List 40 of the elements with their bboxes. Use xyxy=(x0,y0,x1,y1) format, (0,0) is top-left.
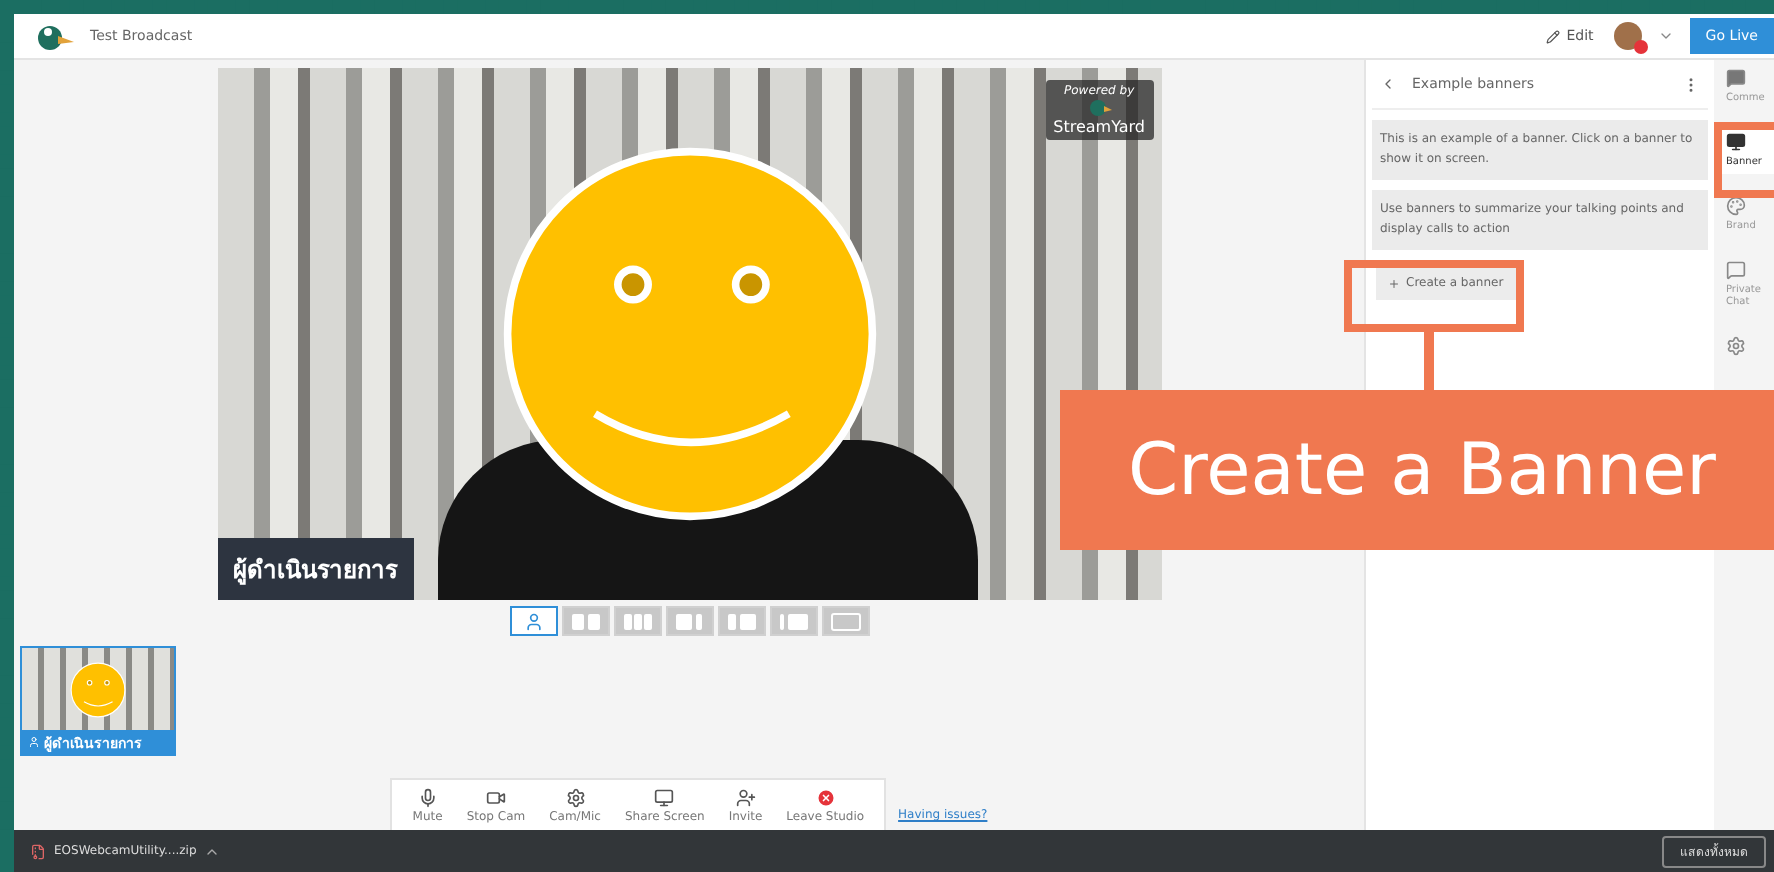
callout-label: Create a Banner xyxy=(1060,390,1774,550)
microphone-icon xyxy=(417,788,438,808)
camera-icon xyxy=(485,788,506,808)
smiley-icon xyxy=(499,144,879,524)
layout-button[interactable] xyxy=(509,606,557,636)
settings-icon xyxy=(565,788,586,808)
settings-icon xyxy=(1726,336,1746,356)
person-icon xyxy=(28,736,40,748)
two-persons-icon xyxy=(569,609,601,633)
layout-button[interactable] xyxy=(561,606,609,636)
chat-icon xyxy=(1726,260,1746,280)
full-layout-icon xyxy=(829,609,861,633)
grid-icon xyxy=(621,609,653,633)
layout-button[interactable] xyxy=(717,606,765,636)
group-icon xyxy=(673,609,705,633)
person-icon xyxy=(523,611,543,631)
add-person-icon xyxy=(735,788,756,808)
name-tag: ผู้ดำเนินรายการ xyxy=(217,538,413,600)
avatar[interactable] xyxy=(1613,22,1642,50)
duck-logo-icon xyxy=(34,20,74,52)
plus-icon xyxy=(1388,277,1400,289)
caret-icon[interactable] xyxy=(1657,28,1674,44)
monitor-icon xyxy=(654,788,675,808)
banner-icon xyxy=(1726,132,1746,152)
layout-button[interactable] xyxy=(665,606,713,636)
file-icon xyxy=(30,843,46,859)
back-icon[interactable] xyxy=(1380,76,1396,92)
side-layout-icon xyxy=(725,609,757,633)
pencil-icon xyxy=(1546,29,1561,43)
smiley-icon xyxy=(70,661,126,717)
palette-icon xyxy=(1726,196,1746,216)
comment-icon xyxy=(1726,68,1746,88)
layout-button[interactable] xyxy=(613,606,661,636)
duck-logo-icon xyxy=(1087,98,1112,118)
brand-text: StreamYard xyxy=(1053,118,1145,136)
badge-dot xyxy=(1633,40,1648,54)
thin-layout-icon xyxy=(777,609,809,633)
layout-button[interactable] xyxy=(821,606,869,636)
layout-button[interactable] xyxy=(769,606,817,636)
close-icon xyxy=(815,788,836,808)
